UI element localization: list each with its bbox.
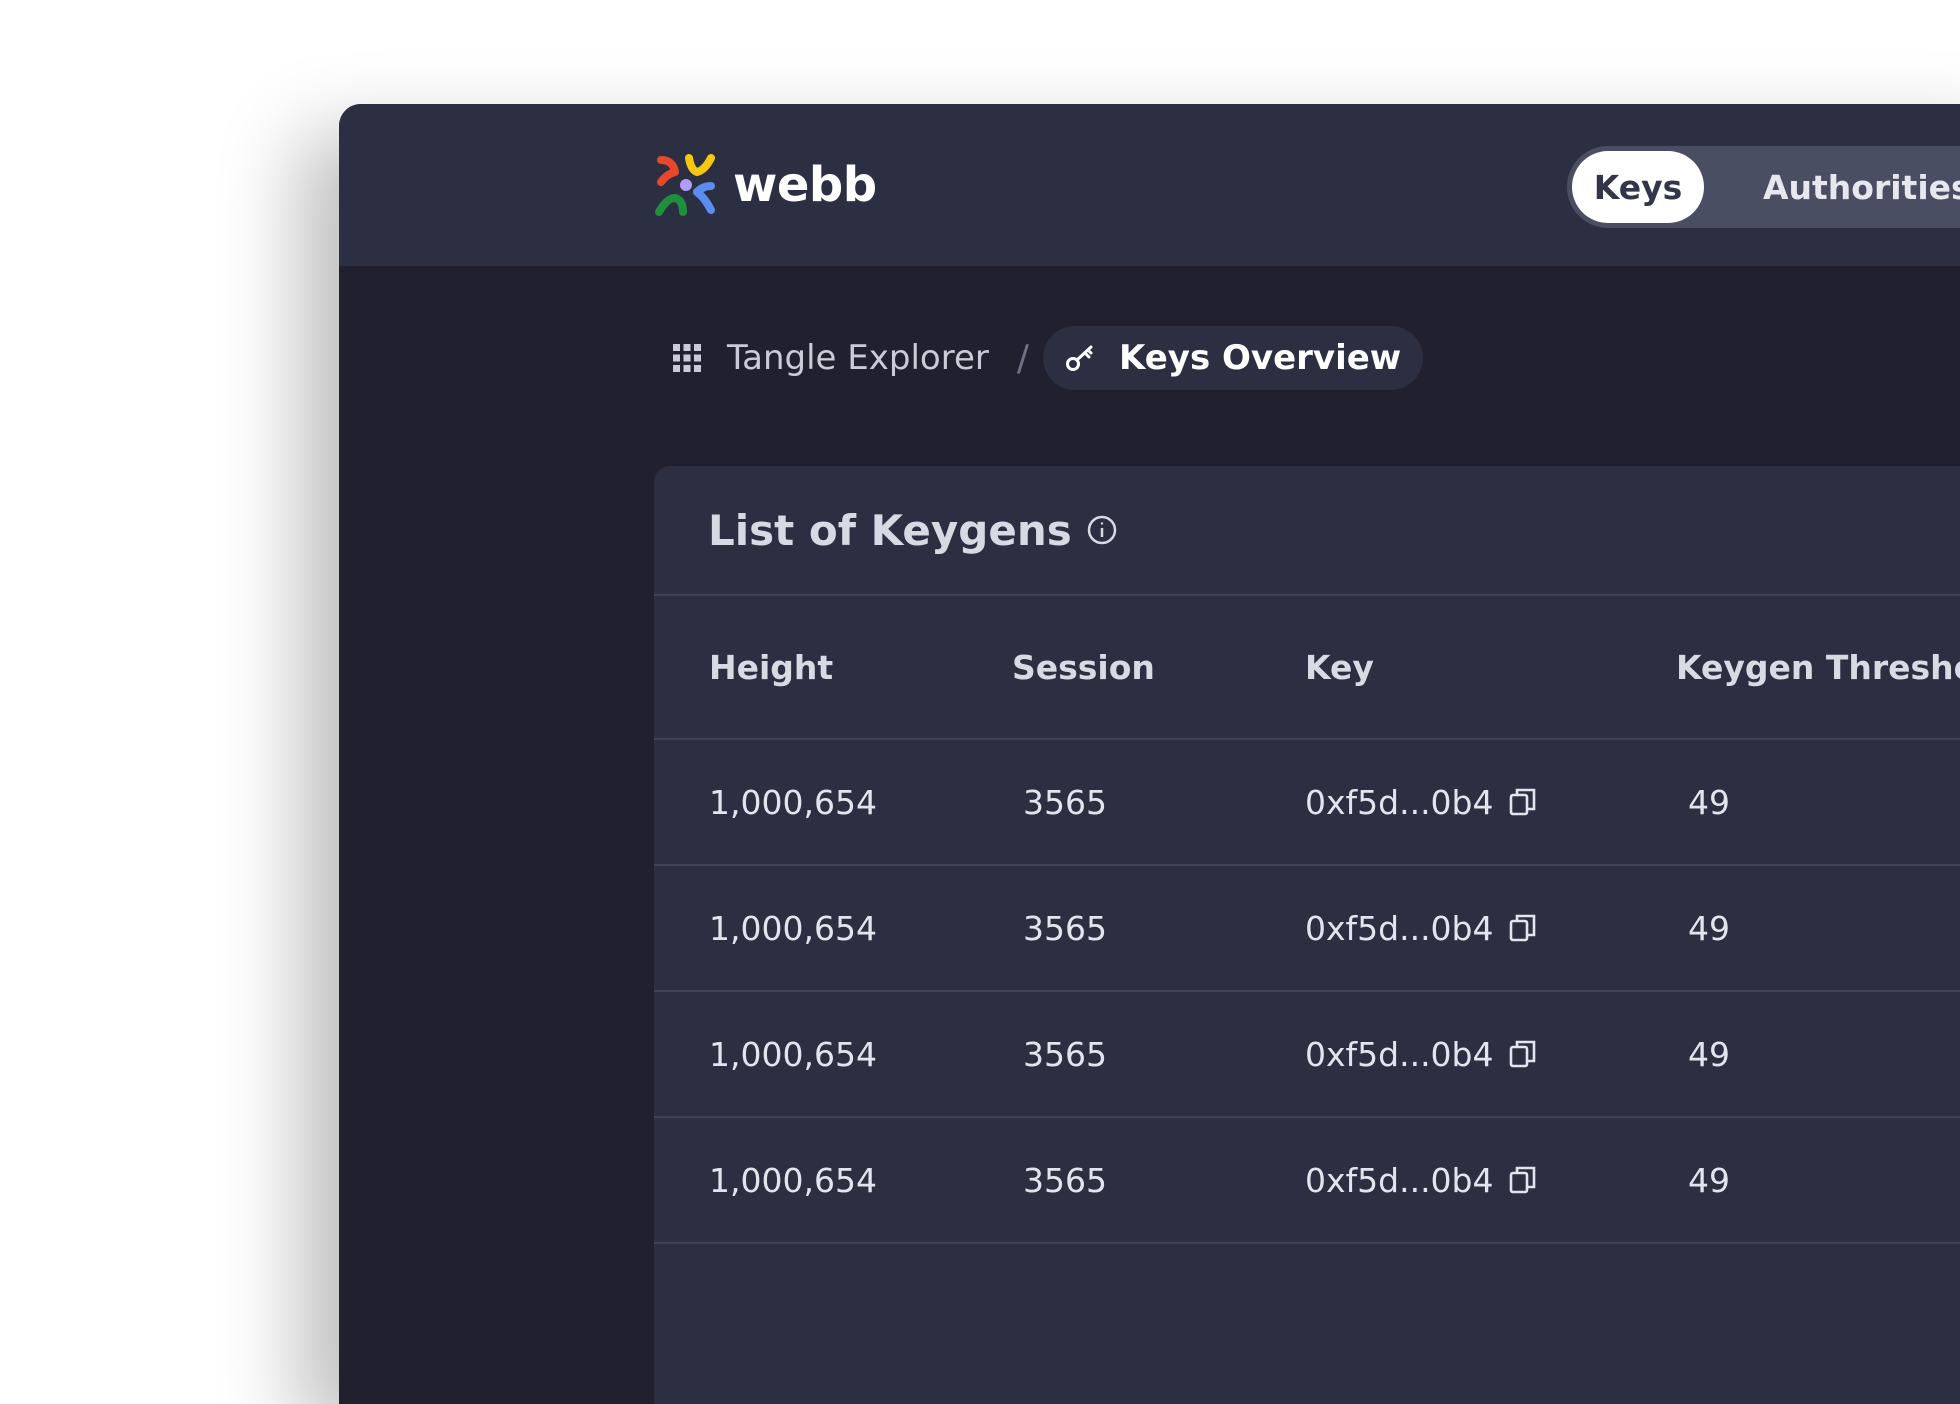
grid-icon [673,344,701,372]
copy-icon[interactable] [1508,1164,1538,1196]
tab-authorities[interactable]: Authorities [1763,151,1960,223]
copy-icon[interactable] [1508,786,1538,818]
cell-height: 1,000,654 [709,782,877,822]
top-bar: webb Keys Authorities [339,104,1960,266]
key-value: 0xf5d...0b4 [1305,782,1494,822]
table-row[interactable]: 1,000,654 3565 0xf5d...0b4 49 [654,1118,1960,1244]
cell-session: 3565 [1023,782,1107,822]
cell-session: 3565 [1023,908,1107,948]
table-row[interactable]: 1,000,654 3565 0xf5d...0b4 49 [654,992,1960,1118]
cell-threshold: 49 [1688,908,1730,948]
column-header-height[interactable]: Height [709,596,833,738]
brand-logo[interactable]: webb [653,152,877,218]
app-window: webb Keys Authorities Tangle Explorer / [339,104,1960,1404]
breadcrumb-current-label: Keys Overview [1118,338,1402,378]
column-header-keygen-threshold[interactable]: Keygen Threshold [1676,596,1960,738]
key-value: 0xf5d...0b4 [1305,1034,1494,1074]
card-title: List of Keygens [708,505,1072,555]
nav-tabs: Keys Authorities [1567,146,1960,228]
copy-icon[interactable] [1508,1038,1538,1070]
cell-height: 1,000,654 [709,1160,877,1200]
cell-threshold: 49 [1688,1160,1730,1200]
table-row[interactable]: 1,000,654 3565 0xf5d...0b4 49 [654,866,1960,992]
cell-session: 3565 [1023,1034,1107,1074]
table-header-row: Height Session Key Keygen Threshold [654,596,1960,740]
cell-key: 0xf5d...0b4 [1305,1118,1538,1242]
key-value: 0xf5d...0b4 [1305,908,1494,948]
cell-key: 0xf5d...0b4 [1305,740,1538,864]
key-icon [1065,343,1095,373]
breadcrumb-separator: / [1016,337,1029,379]
column-header-session[interactable]: Session [1012,596,1155,738]
key-value: 0xf5d...0b4 [1305,1160,1494,1200]
cell-session: 3565 [1023,1160,1107,1200]
copy-icon[interactable] [1508,912,1538,944]
webb-logo-icon [653,152,719,218]
card-header: List of Keygens [654,466,1960,596]
table-row[interactable]: 1,000,654 3565 0xf5d...0b4 49 [654,740,1960,866]
keygens-card: List of Keygens Height Session Key Keyge… [654,466,1960,1404]
cell-key: 0xf5d...0b4 [1305,866,1538,990]
info-icon[interactable] [1086,514,1118,546]
breadcrumb: Tangle Explorer / Keys Overview [673,326,1424,390]
breadcrumb-root-label: Tangle Explorer [727,338,989,378]
tab-keys[interactable]: Keys [1572,151,1704,223]
cell-threshold: 49 [1688,1034,1730,1074]
breadcrumb-item-keys-overview[interactable]: Keys Overview [1042,326,1424,390]
keygens-table: Height Session Key Keygen Threshold 1,00… [654,596,1960,1244]
cell-key: 0xf5d...0b4 [1305,992,1538,1116]
breadcrumb-item-tangle-explorer[interactable]: Tangle Explorer [673,338,989,378]
column-header-key[interactable]: Key [1305,596,1374,738]
cell-height: 1,000,654 [709,908,877,948]
cell-height: 1,000,654 [709,1034,877,1074]
cell-threshold: 49 [1688,782,1730,822]
brand-name: webb [733,157,877,213]
